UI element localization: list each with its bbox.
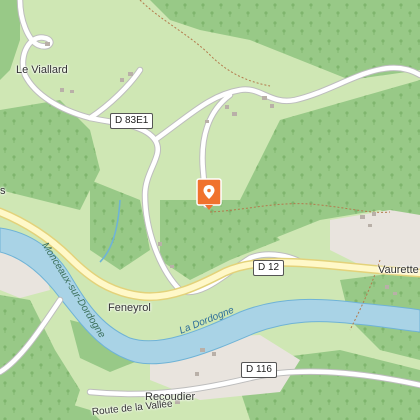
road-shield-d116[interactable]: D 116 — [241, 362, 277, 378]
place-label-vaurette: Vaurette — [378, 264, 419, 276]
place-label-feneyrol: Feneyrol — [108, 302, 151, 314]
map-view[interactable]: Le Viallard Feneyrol Vaurette Recoudier … — [0, 0, 420, 420]
place-label-partial: s — [0, 185, 6, 197]
location-pin-icon[interactable] — [196, 178, 222, 210]
map-canvas[interactable] — [0, 0, 420, 420]
place-label-le-viallard: Le Viallard — [16, 64, 68, 76]
road-shield-d83e1[interactable]: D 83E1 — [110, 113, 154, 129]
road-shield-d12[interactable]: D 12 — [253, 260, 285, 276]
